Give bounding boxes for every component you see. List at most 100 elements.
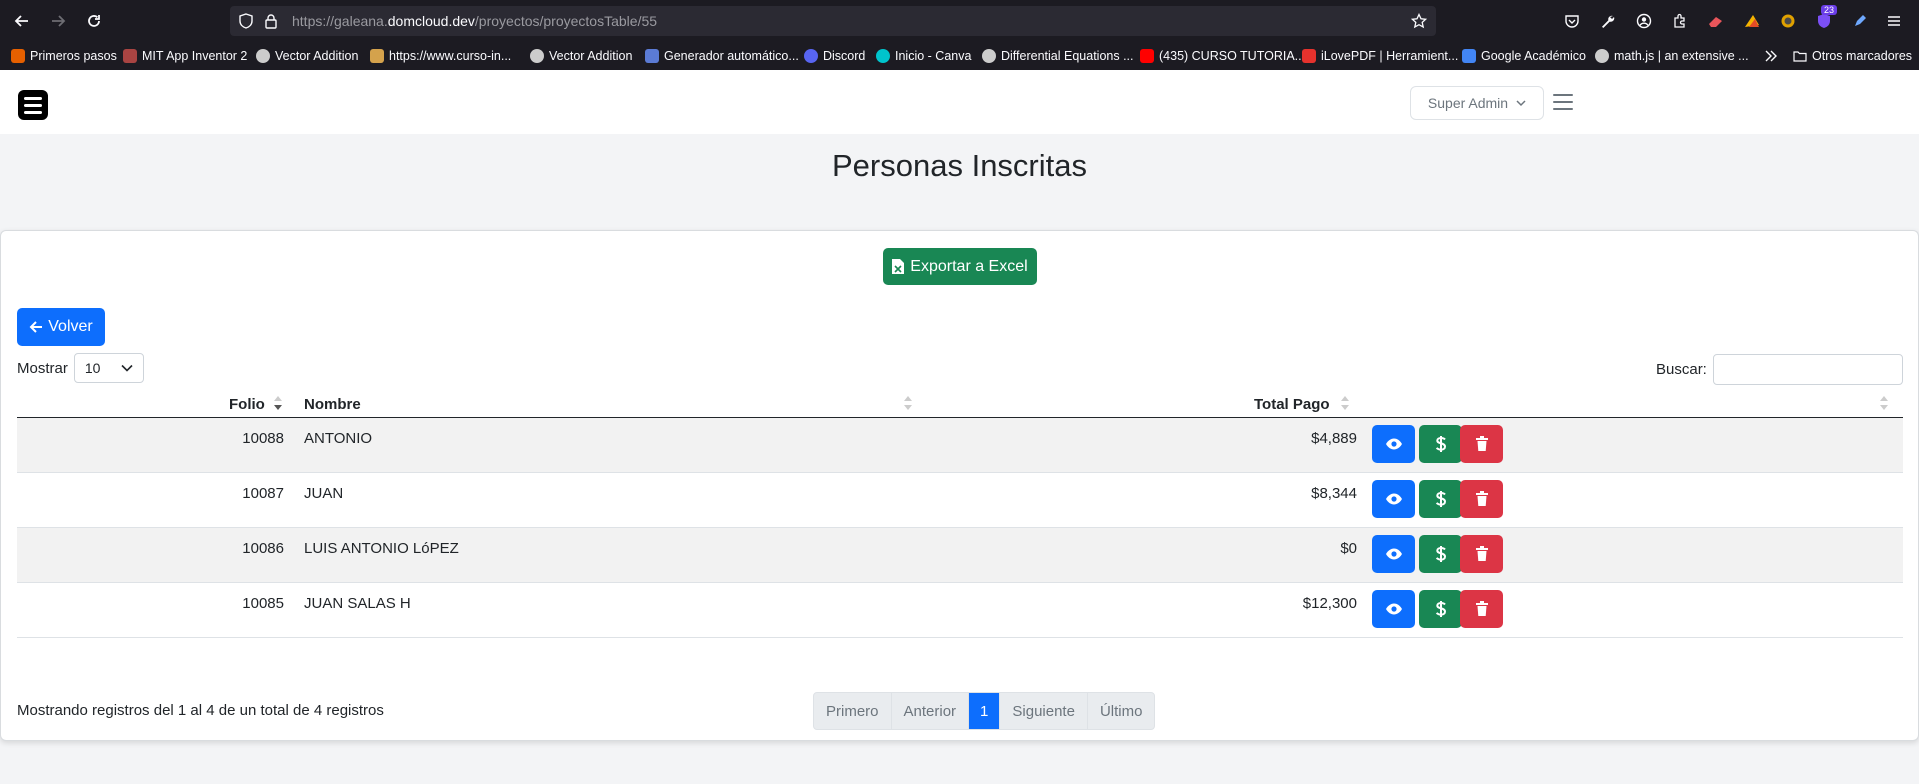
bookmark-label: (435) CURSO TUTORIA... [1159,49,1306,63]
sort-icon [1880,396,1888,410]
table-row: 10085 JUAN SALAS H $12,300 [17,583,1903,638]
pagination-next[interactable]: Siguiente [1000,693,1088,729]
bookmark-item[interactable]: Vector Addition [256,48,358,64]
bookmark-star-icon[interactable] [1410,12,1428,34]
address-bar[interactable]: https://galeana.domcloud.dev/proyectos/p… [230,6,1436,36]
youtube-icon [1140,49,1154,63]
sidebar-toggle-button[interactable] [18,90,48,120]
cell-folio: 10087 [242,485,284,502]
column-header-nombre[interactable]: Nombre [304,392,361,416]
cell-nombre: LUIS ANTONIO LóPEZ [304,540,459,557]
scholar-icon [1462,49,1476,63]
trash-icon [1475,601,1488,616]
delete-button[interactable] [1460,590,1503,628]
export-excel-button[interactable]: Exportar a Excel [883,248,1037,285]
cell-folio: 10088 [242,430,284,447]
bookmark-item[interactable]: Generador automático... [645,48,799,64]
view-button[interactable] [1372,425,1415,463]
cell-nombre: JUAN [304,485,344,502]
heart-icon [1302,49,1316,63]
pagination-previous[interactable]: Anterior [892,693,970,729]
forward-icon[interactable] [46,9,70,33]
delete-button[interactable] [1460,425,1503,463]
bookmark-label: Differential Equations ... [1001,49,1134,63]
bookmark-item[interactable]: Primeros pasos [11,48,117,64]
search-label: Buscar: [1656,360,1707,378]
wrench-icon[interactable] [1598,11,1618,31]
extensions-icon[interactable] [1670,11,1690,31]
view-button[interactable] [1372,480,1415,518]
lock-icon[interactable] [264,13,278,34]
column-header-folio[interactable]: Folio [229,392,265,416]
trash-icon [1475,546,1488,561]
table-row: 10088 ANTONIO $4,889 [17,418,1903,473]
user-menu-dropdown[interactable]: Super Admin [1410,86,1544,120]
bookmark-item[interactable]: Google Académico [1462,48,1586,64]
bookmark-item[interactable]: Differential Equations ... [982,48,1133,64]
bookmark-item[interactable]: math.js | an extensive ... [1595,48,1749,64]
registrants-card: Exportar a Excel Volver Mostrar 10 Busca… [0,230,1919,741]
paint-extension-icon[interactable] [1742,11,1762,31]
pen-extension-icon[interactable] [1850,11,1870,31]
account-icon[interactable] [1634,11,1654,31]
view-button[interactable] [1372,535,1415,573]
bookmark-item[interactable]: Inicio - Canva [876,48,971,64]
search-input[interactable] [1712,353,1903,385]
bookmark-label: https://www.curso-in... [389,49,512,63]
reload-icon[interactable] [82,9,106,33]
page-length-value: 10 [84,360,101,376]
show-label: Mostrar [17,359,68,377]
export-excel-label: Exportar a Excel [910,257,1028,275]
cell-total-pago: $4,889 [1311,430,1357,447]
sort-icon [1341,396,1349,410]
url-prefix: https://galeana. [292,13,388,29]
app-menu-icon[interactable] [1884,11,1904,31]
bookmark-item[interactable]: iLovePDF | Herramient... [1302,48,1458,64]
dollar-icon [1435,546,1446,562]
page-length-control: Mostrar 10 [17,353,144,383]
delete-button[interactable] [1460,480,1503,518]
menu-icon[interactable] [1553,92,1573,112]
page-content: Super Admin Personas Inscritas Exportar … [0,70,1919,784]
pagination: Primero Anterior 1 Siguiente Último [813,692,1156,730]
bookmark-favicon-icon [11,49,25,63]
table-row: 10086 LUIS ANTONIO LóPEZ $0 [17,528,1903,583]
bookmark-label: Inicio - Canva [895,49,972,63]
bookmark-label: iLovePDF | Herramient... [1321,49,1459,63]
eraser-extension-icon[interactable] [1706,11,1726,31]
cell-nombre: ANTONIO [304,430,373,447]
pagination-page-1[interactable]: 1 [969,693,1001,729]
bookmark-item[interactable]: https://www.curso-in... [370,48,511,64]
payment-button[interactable] [1419,425,1462,463]
payment-button[interactable] [1419,590,1462,628]
search-control: Buscar: [1656,353,1903,385]
bookmark-item[interactable]: MIT App Inventor 2 [123,48,247,64]
more-bookmarks-icon[interactable] [1764,48,1778,64]
page-title: Personas Inscritas [832,148,1087,183]
url-text: https://galeana.domcloud.dev/proyectos/p… [292,13,657,29]
view-button[interactable] [1372,590,1415,628]
shield-extension-icon[interactable]: 23 [1814,5,1838,31]
payment-button[interactable] [1419,480,1462,518]
globe-icon [530,49,544,63]
pocket-icon[interactable] [1562,11,1582,31]
column-header-total-pago[interactable]: Total Pago [1254,392,1330,416]
canva-icon [876,49,890,63]
payment-button[interactable] [1419,535,1462,573]
color-picker-extension-icon[interactable] [1778,11,1798,31]
bookmark-item[interactable]: Vector Addition [530,48,632,64]
bookmark-item[interactable]: Discord [804,48,865,64]
shield-icon[interactable] [238,13,254,34]
user-menu-label: Super Admin [1427,95,1509,111]
other-bookmarks[interactable]: Otros marcadores [1793,48,1912,64]
url-domain: domcloud.dev [387,13,475,29]
bookmark-item[interactable]: (435) CURSO TUTORIA... [1140,48,1305,64]
sort-icon [904,396,912,410]
pagination-first[interactable]: Primero [814,693,892,729]
back-button[interactable]: Volver [17,308,105,346]
bookmark-favicon-icon [370,49,384,63]
delete-button[interactable] [1460,535,1503,573]
page-length-select[interactable]: 10 [73,353,144,383]
pagination-last[interactable]: Último [1088,693,1155,729]
back-icon[interactable] [10,9,34,33]
